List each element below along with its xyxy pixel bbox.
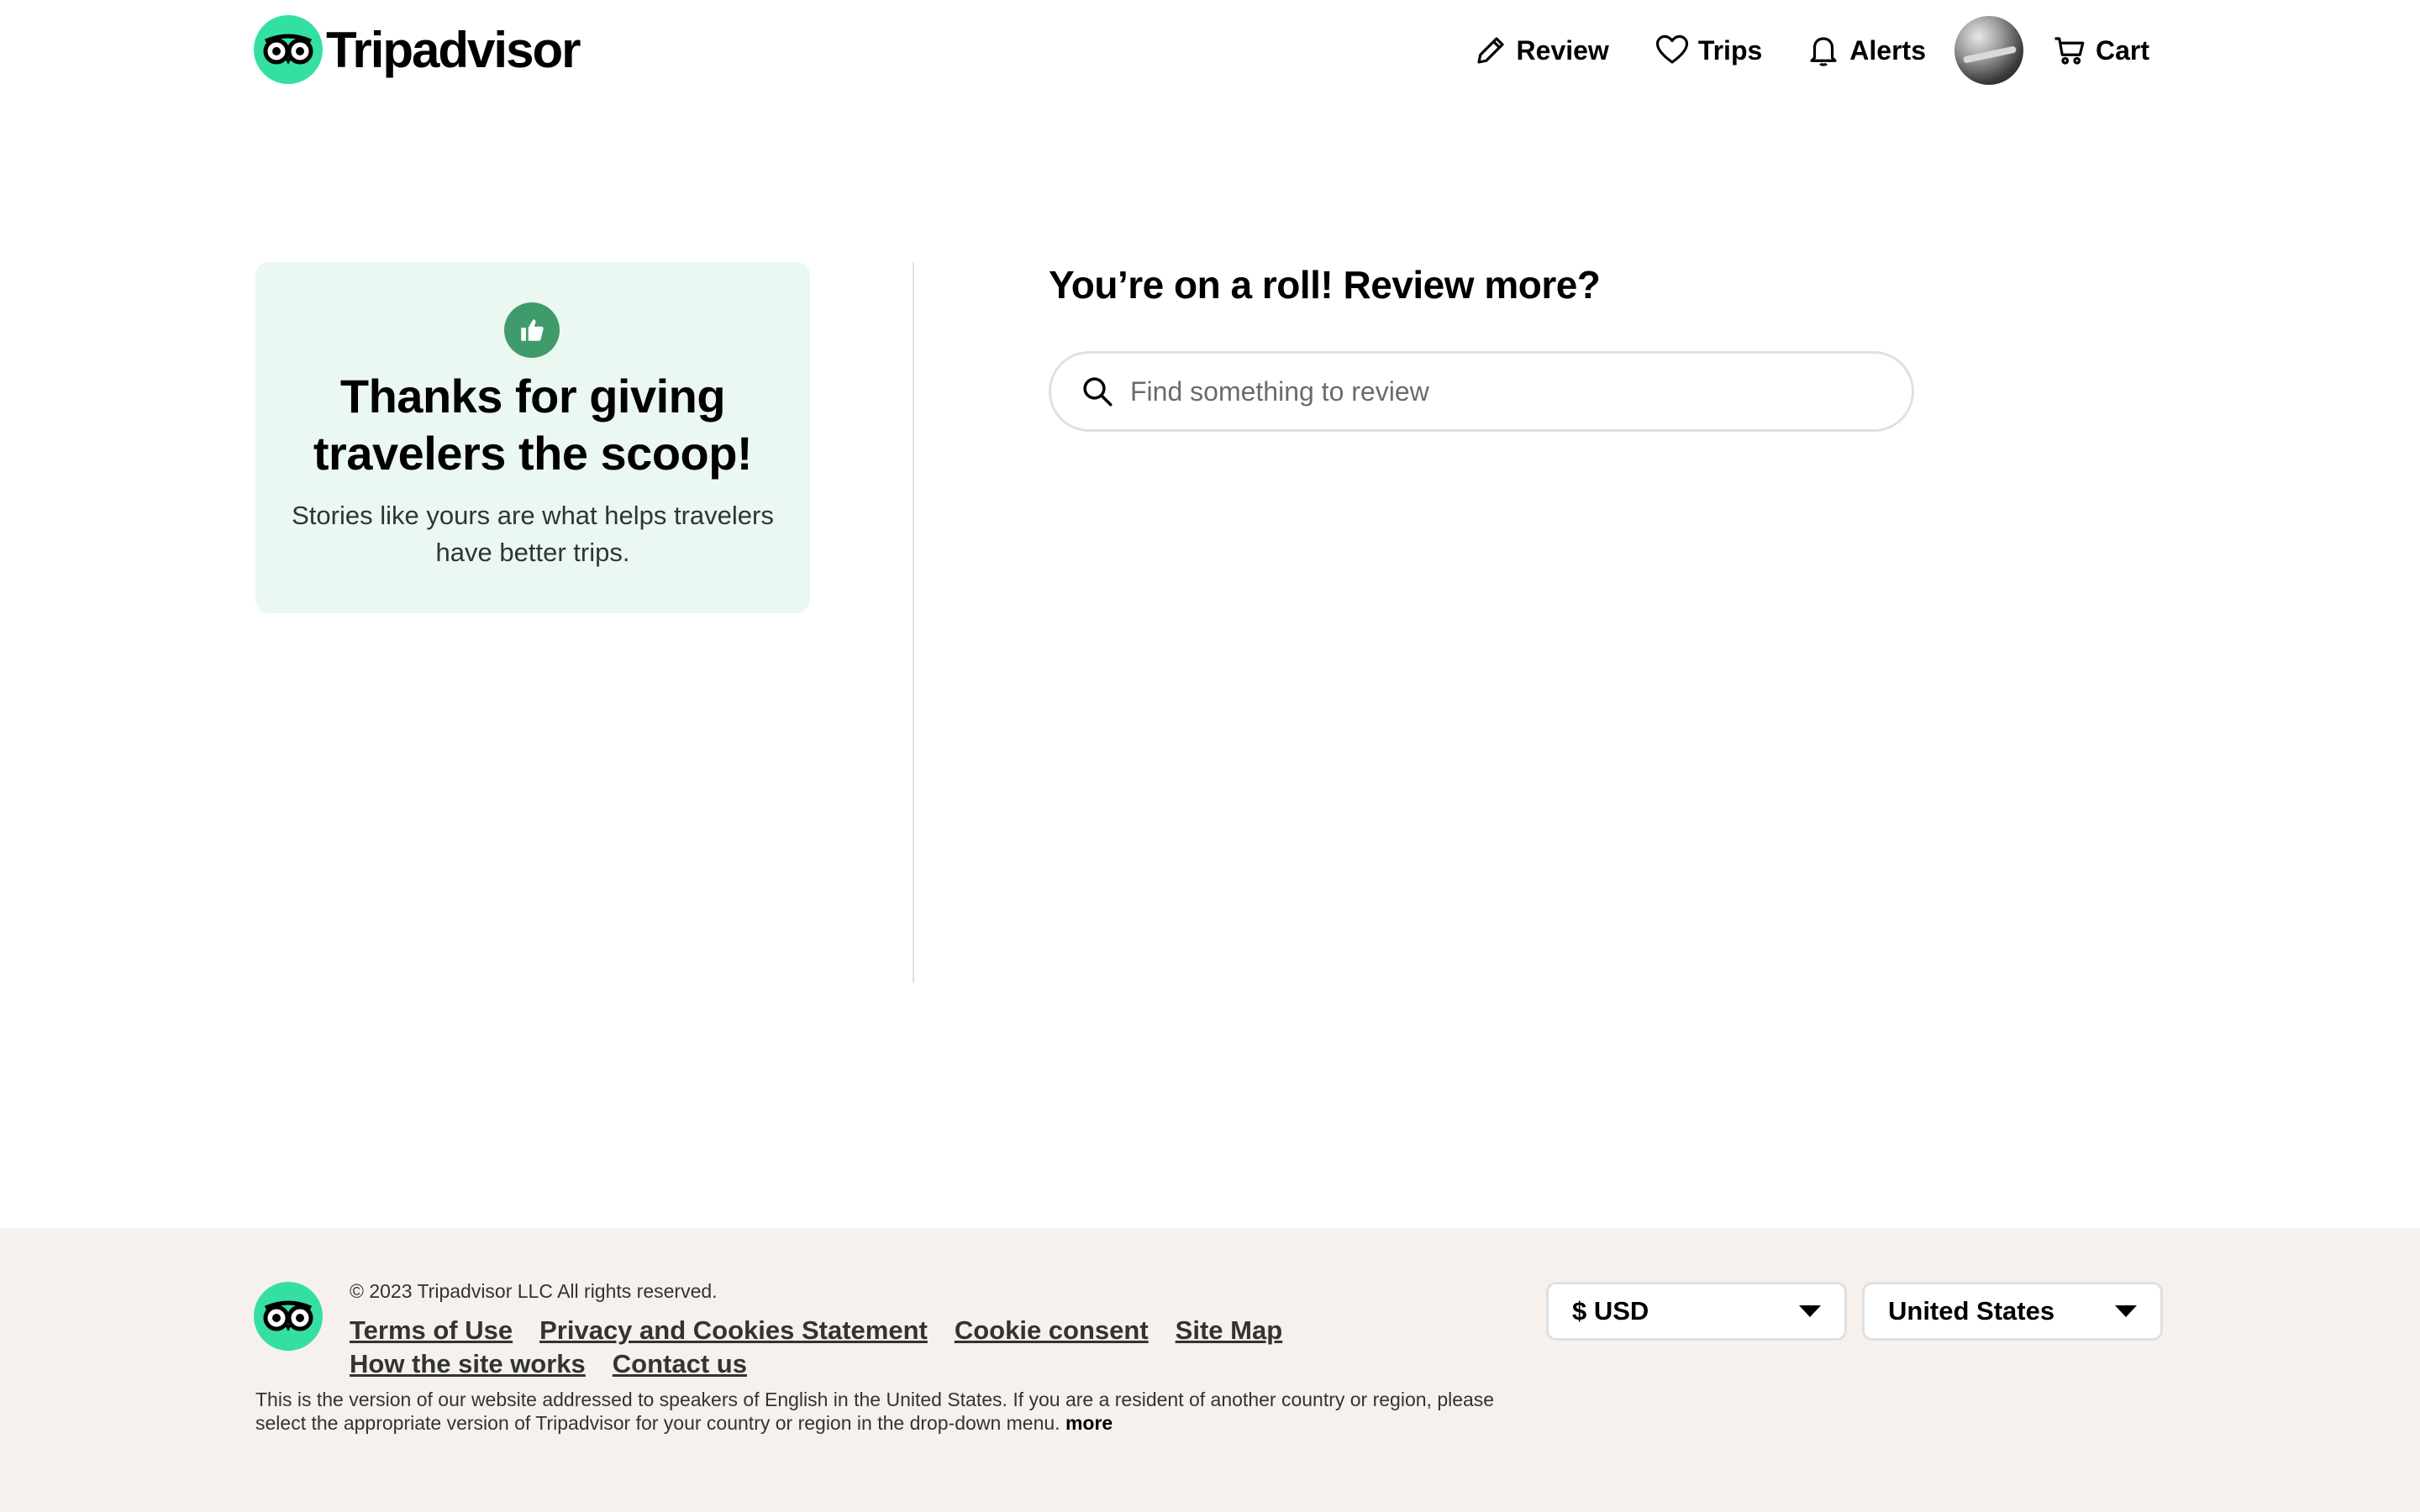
cart-icon <box>2054 37 2085 65</box>
footer-links-row-2: How the site works Contact us <box>350 1349 774 1379</box>
thanks-subtitle: Stories like yours are what helps travel… <box>292 501 774 567</box>
caret-down-icon <box>2115 1305 2137 1317</box>
disclaimer-text: This is the version of our website addre… <box>255 1389 1495 1434</box>
site-header: Tripadvisor Review Trips Alerts Cart <box>0 0 2420 101</box>
cookie-consent-link[interactable]: Cookie consent <box>955 1315 1149 1346</box>
country-select-value: United States <box>1888 1296 2055 1326</box>
footer-links-row-1: Terms of Use Privacy and Cookies Stateme… <box>350 1315 1309 1346</box>
terms-of-use-link[interactable]: Terms of Use <box>350 1315 513 1346</box>
site-footer: © 2023 Tripadvisor LLC All rights reserv… <box>0 1228 2420 1512</box>
vertical-divider <box>913 262 914 983</box>
currency-select-value: $ USD <box>1572 1296 1649 1326</box>
disclaimer-more-link[interactable]: more <box>1065 1412 1113 1434</box>
heart-icon <box>1655 34 1688 64</box>
contact-us-link[interactable]: Contact us <box>613 1349 747 1379</box>
nav-cart-label: Cart <box>2095 34 2149 66</box>
tripadvisor-logo[interactable]: Tripadvisor <box>254 15 581 84</box>
thanks-title: Thanks for giving travelers the scoop! <box>313 370 753 480</box>
nav-review-label: Review <box>1516 34 1609 66</box>
currency-select[interactable]: $ USD <box>1546 1282 1847 1341</box>
top-nav: Review Trips Alerts Cart <box>1473 15 2149 86</box>
user-avatar[interactable] <box>1954 16 2023 85</box>
review-search-input[interactable] <box>1130 375 1886 407</box>
footer-disclaimer: This is the version of our website addre… <box>255 1388 1533 1435</box>
nav-alerts-button[interactable]: Alerts <box>1806 33 1926 68</box>
nav-cart-button[interactable]: Cart <box>2052 33 2149 68</box>
nav-trips-button[interactable]: Trips <box>1655 33 1762 68</box>
footer-owl-eyes-icon <box>254 1282 323 1351</box>
pencil-icon <box>1476 37 1504 64</box>
nav-alerts-label: Alerts <box>1849 34 1926 66</box>
how-site-works-link[interactable]: How the site works <box>350 1349 586 1379</box>
logo-wordmark: Tripadvisor <box>326 21 581 78</box>
country-select[interactable]: United States <box>1862 1282 2163 1341</box>
search-icon <box>1083 377 1113 407</box>
owl-eyes-icon <box>254 15 323 84</box>
bell-icon <box>1810 37 1837 66</box>
copyright-text: © 2023 Tripadvisor LLC All rights reserv… <box>350 1280 718 1302</box>
nav-trips-label: Trips <box>1697 34 1763 66</box>
review-search-box[interactable] <box>1049 351 1914 432</box>
nav-review-button[interactable]: Review <box>1473 33 1609 68</box>
thumbs-up-icon <box>504 302 560 358</box>
privacy-cookies-link[interactable]: Privacy and Cookies Statement <box>539 1315 928 1346</box>
thanks-card: Thanks for giving travelers the scoop! S… <box>255 262 810 613</box>
site-map-link[interactable]: Site Map <box>1176 1315 1282 1346</box>
review-more-heading: You’re on a roll! Review more? <box>1049 263 1601 307</box>
caret-down-icon <box>1799 1305 1821 1317</box>
